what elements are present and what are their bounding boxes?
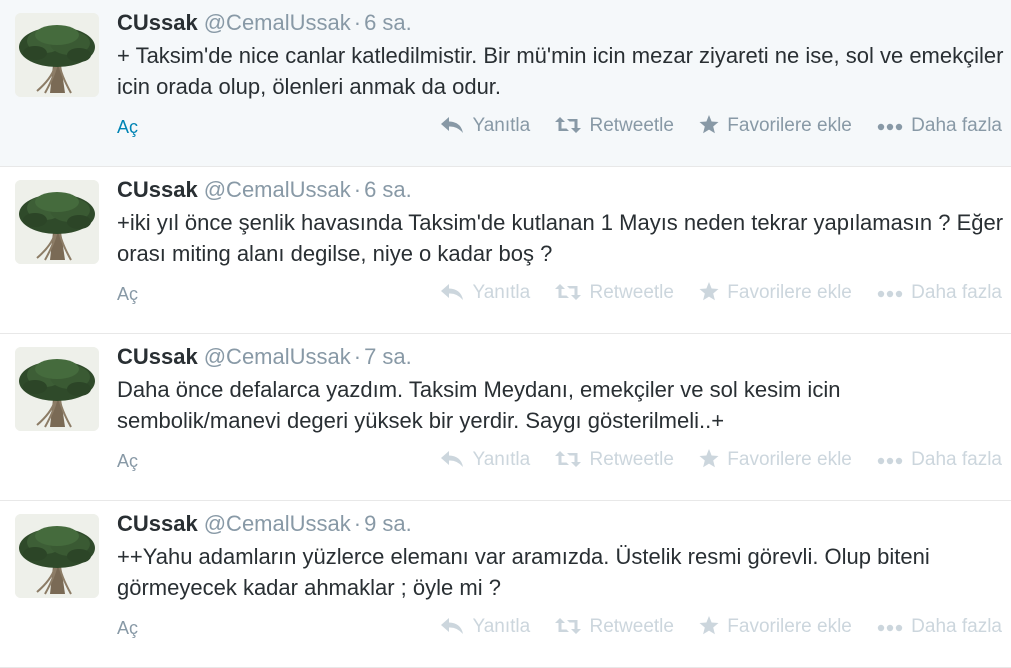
reply-arrow-icon — [440, 617, 464, 635]
retweet-icon — [555, 450, 582, 468]
more-button[interactable]: Daha fazla — [877, 282, 1002, 304]
more-button[interactable]: Daha fazla — [877, 616, 1002, 638]
timestamp[interactable]: 7 sa. — [364, 344, 412, 369]
favorite-button[interactable]: Favorilere ekle — [699, 282, 852, 304]
expand-link[interactable]: Aç — [117, 284, 138, 305]
ellipsis-icon — [877, 624, 903, 635]
more-label: Daha fazla — [911, 282, 1002, 303]
favorite-label: Favorilere ekle — [727, 616, 852, 637]
favorite-label: Favorilere ekle — [727, 115, 852, 136]
reply-label: Yanıtla — [472, 282, 531, 303]
retweet-label: Retweetle — [589, 616, 674, 637]
username[interactable]: @CemalUssak — [204, 511, 351, 536]
avatar[interactable] — [15, 347, 99, 431]
favorite-label: Favorilere ekle — [727, 449, 852, 470]
separator-dot: · — [353, 511, 362, 536]
retweet-label: Retweetle — [589, 115, 674, 136]
tweet-header: CUssak @CemalUssak · 9 sa. — [117, 511, 412, 539]
fullname[interactable]: CUssak — [117, 344, 198, 369]
tweet-header: CUssak @CemalUssak · 6 sa. — [117, 10, 412, 38]
timestamp[interactable]: 6 sa. — [364, 177, 412, 202]
reply-label: Yanıtla — [472, 616, 531, 637]
tweet-actions: Yanıtla Retweetle Favorilere ekle Daha f… — [420, 449, 1002, 471]
ellipsis-icon — [877, 457, 903, 468]
timestamp[interactable]: 6 sa. — [364, 10, 412, 35]
separator-dot: · — [353, 177, 362, 202]
retweet-icon — [555, 116, 582, 134]
tweet-footer: Aç Yanıtla Retweetle Favorilere ekle Dah… — [117, 616, 1011, 642]
retweet-button[interactable]: Retweetle — [555, 616, 674, 638]
reply-button[interactable]: Yanıtla — [440, 449, 530, 471]
tweet[interactable]: CUssak @CemalUssak · 6 sa. +iki yıl önce şe… — [0, 167, 1011, 334]
reply-arrow-icon — [440, 283, 464, 301]
reply-label: Yanıtla — [472, 115, 531, 136]
username[interactable]: @CemalUssak — [204, 10, 351, 35]
favorite-button[interactable]: Favorilere ekle — [699, 449, 852, 471]
reply-button[interactable]: Yanıtla — [440, 616, 530, 638]
expand-link[interactable]: Aç — [117, 451, 138, 472]
retweet-icon — [555, 617, 582, 635]
favorite-button[interactable]: Favorilere ekle — [699, 115, 852, 137]
username[interactable]: @CemalUssak — [204, 177, 351, 202]
tweet-text: + Taksim'de nice canlar katledilmistir. … — [117, 43, 1004, 99]
reply-button[interactable]: Yanıtla — [440, 115, 530, 137]
favorite-button[interactable]: Favorilere ekle — [699, 616, 852, 638]
tree-avatar-image — [15, 514, 99, 598]
timestamp[interactable]: 9 sa. — [364, 511, 412, 536]
star-icon — [699, 282, 719, 301]
retweet-label: Retweetle — [589, 282, 674, 303]
avatar[interactable] — [15, 13, 99, 97]
separator-dot: · — [353, 344, 362, 369]
star-icon — [699, 616, 719, 635]
reply-label: Yanıtla — [472, 449, 531, 470]
retweet-icon — [555, 283, 582, 301]
avatar[interactable] — [15, 514, 99, 598]
ellipsis-icon — [877, 123, 903, 134]
tree-avatar-image — [15, 347, 99, 431]
tweet-footer: Aç Yanıtla Retweetle Favorilere ekle Dah… — [117, 115, 1011, 141]
tweet-timeline: CUssak @CemalUssak · 6 sa. + Taksim'de nice… — [0, 0, 1011, 668]
tweet-actions: Yanıtla Retweetle Favorilere ekle Daha f… — [420, 616, 1002, 638]
star-icon — [699, 449, 719, 468]
tweet-text: +iki yıl önce şenlik havasında Taksim'de… — [117, 210, 1004, 266]
tree-avatar-image — [15, 13, 99, 97]
tweet-actions: Yanıtla Retweetle Favorilere ekle Daha f… — [420, 282, 1002, 304]
favorite-label: Favorilere ekle — [727, 282, 852, 303]
tweet-text: ++Yahu adamların yüzlerce elemanı var ar… — [117, 544, 930, 600]
tweet-footer: Aç Yanıtla Retweetle Favorilere ekle Dah… — [117, 282, 1011, 308]
tweet-footer: Aç Yanıtla Retweetle Favorilere ekle Dah… — [117, 449, 1011, 475]
retweet-label: Retweetle — [589, 449, 674, 470]
expand-link[interactable]: Aç — [117, 117, 138, 138]
username[interactable]: @CemalUssak — [204, 344, 351, 369]
tweet-text: Daha önce defalarca yazdım. Taksim Meyda… — [117, 377, 841, 433]
more-label: Daha fazla — [911, 616, 1002, 637]
tweet[interactable]: CUssak @CemalUssak · 9 sa. ++Yahu adamların… — [0, 501, 1011, 668]
ellipsis-icon — [877, 290, 903, 301]
more-button[interactable]: Daha fazla — [877, 115, 1002, 137]
retweet-button[interactable]: Retweetle — [555, 282, 674, 304]
avatar[interactable] — [15, 180, 99, 264]
fullname[interactable]: CUssak — [117, 511, 198, 536]
more-label: Daha fazla — [911, 115, 1002, 136]
star-icon — [699, 115, 719, 134]
separator-dot: · — [353, 10, 362, 35]
tweet-actions: Yanıtla Retweetle Favorilere ekle Daha f… — [420, 115, 1002, 137]
reply-arrow-icon — [440, 450, 464, 468]
fullname[interactable]: CUssak — [117, 177, 198, 202]
fullname[interactable]: CUssak — [117, 10, 198, 35]
tweet-header: CUssak @CemalUssak · 7 sa. — [117, 344, 412, 372]
more-label: Daha fazla — [911, 449, 1002, 470]
retweet-button[interactable]: Retweetle — [555, 115, 674, 137]
tweet[interactable]: CUssak @CemalUssak · 7 sa. Daha önce defala… — [0, 334, 1011, 501]
tree-avatar-image — [15, 180, 99, 264]
tweet[interactable]: CUssak @CemalUssak · 6 sa. + Taksim'de nice… — [0, 0, 1011, 167]
tweet-header: CUssak @CemalUssak · 6 sa. — [117, 177, 412, 205]
retweet-button[interactable]: Retweetle — [555, 449, 674, 471]
reply-button[interactable]: Yanıtla — [440, 282, 530, 304]
reply-arrow-icon — [440, 116, 464, 134]
more-button[interactable]: Daha fazla — [877, 449, 1002, 471]
